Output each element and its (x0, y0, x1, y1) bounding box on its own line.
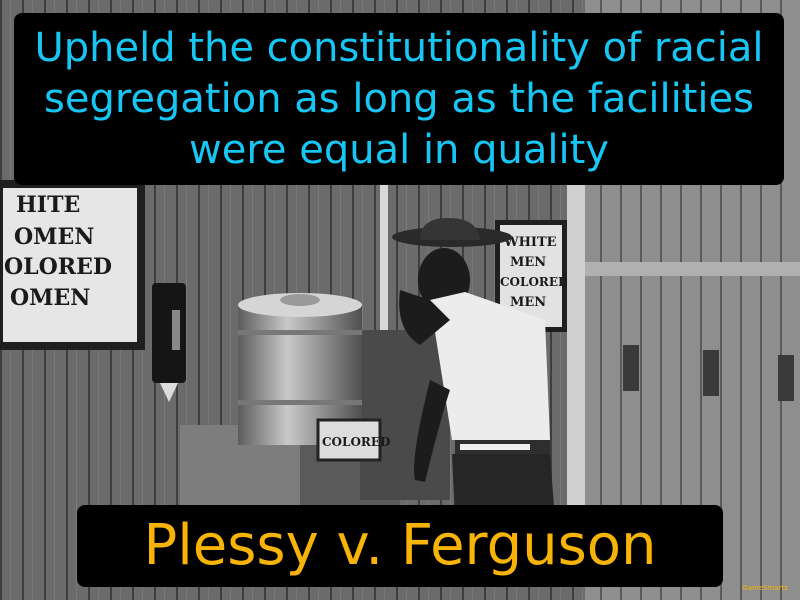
svg-text:COLORED: COLORED (322, 435, 390, 449)
wall-fixture (703, 350, 719, 396)
term-title: Plessy v. Ferguson (143, 513, 657, 578)
svg-text:MEN: MEN (510, 295, 546, 310)
svg-text:MEN: MEN (510, 255, 546, 270)
svg-text:COLORED: COLORED (500, 275, 568, 289)
definition-caption-box: Upheld the constitutionality of racial s… (14, 13, 784, 185)
wall-fixture (778, 355, 794, 401)
fountain-colored-sign: COLORED (316, 418, 390, 462)
definition-text: Upheld the constitutionality of racial s… (34, 24, 764, 173)
brand-watermark: GameSmartz (742, 584, 788, 592)
svg-text:OMEN: OMEN (10, 285, 90, 311)
svg-text:HITE: HITE (16, 192, 80, 218)
term-title-box: Plessy v. Ferguson (77, 505, 723, 587)
left-segregation-sign: HITE OMEN OLORED OMEN (0, 180, 145, 350)
svg-text:OLORED: OLORED (4, 254, 112, 280)
wall-fixture (623, 345, 639, 391)
svg-text:OMEN: OMEN (14, 224, 94, 250)
